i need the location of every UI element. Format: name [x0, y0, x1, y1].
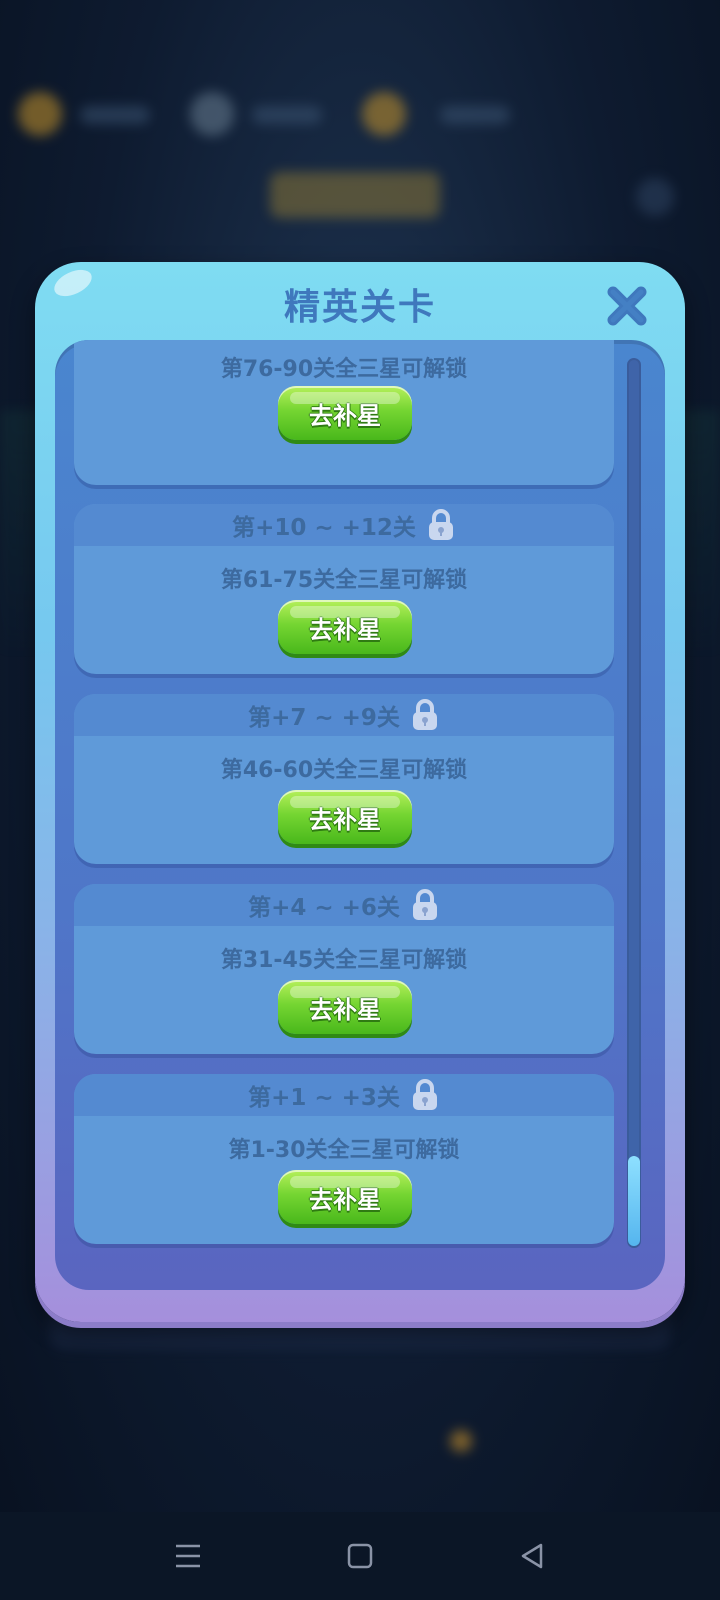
bg-coin-icon: [18, 92, 62, 136]
bg-title: [270, 172, 440, 218]
level-card: 第+7 ~ +9关 第46-60关全三星可解锁 去补星: [74, 694, 614, 864]
level-card: 第+4 ~ +6关 第31-45关全三星可解锁 去补星: [74, 884, 614, 1054]
home-button[interactable]: [338, 1534, 382, 1578]
get-stars-button[interactable]: 去补星: [278, 790, 412, 844]
lock-icon: [412, 889, 437, 920]
lock-icon: [412, 1079, 437, 1110]
level-range: 第+10 ~ +12关: [232, 515, 416, 541]
level-range: 第+7 ~ +9关: [248, 705, 400, 731]
level-card: 第+10 ~ +12关 第61-75关全三星可解锁 去补星: [74, 504, 614, 674]
bg-pill: [252, 106, 322, 124]
unlock-requirement: 第31-45关全三星可解锁: [220, 948, 468, 973]
card-header: 第+10 ~ +12关: [74, 504, 614, 546]
bg-settings-icon: [636, 178, 674, 216]
bg-pill: [80, 106, 150, 124]
menu-icon: [176, 1544, 200, 1568]
bg-dot: [450, 1430, 472, 1452]
levels-list-panel: 第76-90关全三星可解锁 去补星 第+10 ~ +12关 第61-75关全三星…: [55, 340, 665, 1290]
bg-pill: [440, 106, 510, 124]
back-triangle-icon: [521, 1543, 543, 1569]
home-square-icon: [347, 1543, 373, 1569]
card-header: 第+7 ~ +9关: [74, 694, 614, 736]
card-header: 第+1 ~ +3关: [74, 1074, 614, 1116]
get-stars-button[interactable]: 去补星: [278, 980, 412, 1034]
scrollbar[interactable]: [627, 358, 641, 1248]
get-stars-button[interactable]: 去补星: [278, 1170, 412, 1224]
level-card: 第76-90关全三星可解锁 去补星: [74, 340, 614, 485]
modal-title: 精英关卡: [283, 287, 436, 328]
levels-list[interactable]: 第76-90关全三星可解锁 去补星 第+10 ~ +12关 第61-75关全三星…: [74, 340, 614, 1270]
unlock-requirement: 第46-60关全三星可解锁: [220, 758, 468, 783]
close-x-icon: [607, 286, 647, 326]
bg-ticket-icon: [362, 92, 406, 136]
unlock-requirement: 第61-75关全三星可解锁: [220, 568, 468, 593]
menu-button[interactable]: [166, 1534, 210, 1578]
system-navigation-bar: [0, 1512, 720, 1600]
back-button[interactable]: [510, 1534, 554, 1578]
get-stars-button[interactable]: 去补星: [278, 600, 412, 654]
level-range: 第+1 ~ +3关: [248, 1085, 400, 1111]
unlock-requirement: 第1-30关全三星可解锁: [228, 1138, 460, 1163]
lock-icon: [412, 699, 437, 730]
elite-levels-modal: 精英关卡 第76-90关全三星可解锁 去补星 第+10 ~ +12关 第61-7…: [35, 262, 685, 1322]
close-button[interactable]: [605, 284, 649, 328]
level-range: 第+4 ~ +6关: [248, 895, 400, 921]
scrollbar-thumb[interactable]: [628, 1156, 640, 1246]
card-header: 第+4 ~ +6关: [74, 884, 614, 926]
unlock-requirement: 第76-90关全三星可解锁: [220, 357, 468, 382]
bg-gem-icon: [190, 92, 234, 136]
level-card: 第+1 ~ +3关 第1-30关全三星可解锁 去补星: [74, 1074, 614, 1244]
lock-icon: [428, 509, 453, 540]
get-stars-button[interactable]: 去补星: [278, 386, 412, 440]
